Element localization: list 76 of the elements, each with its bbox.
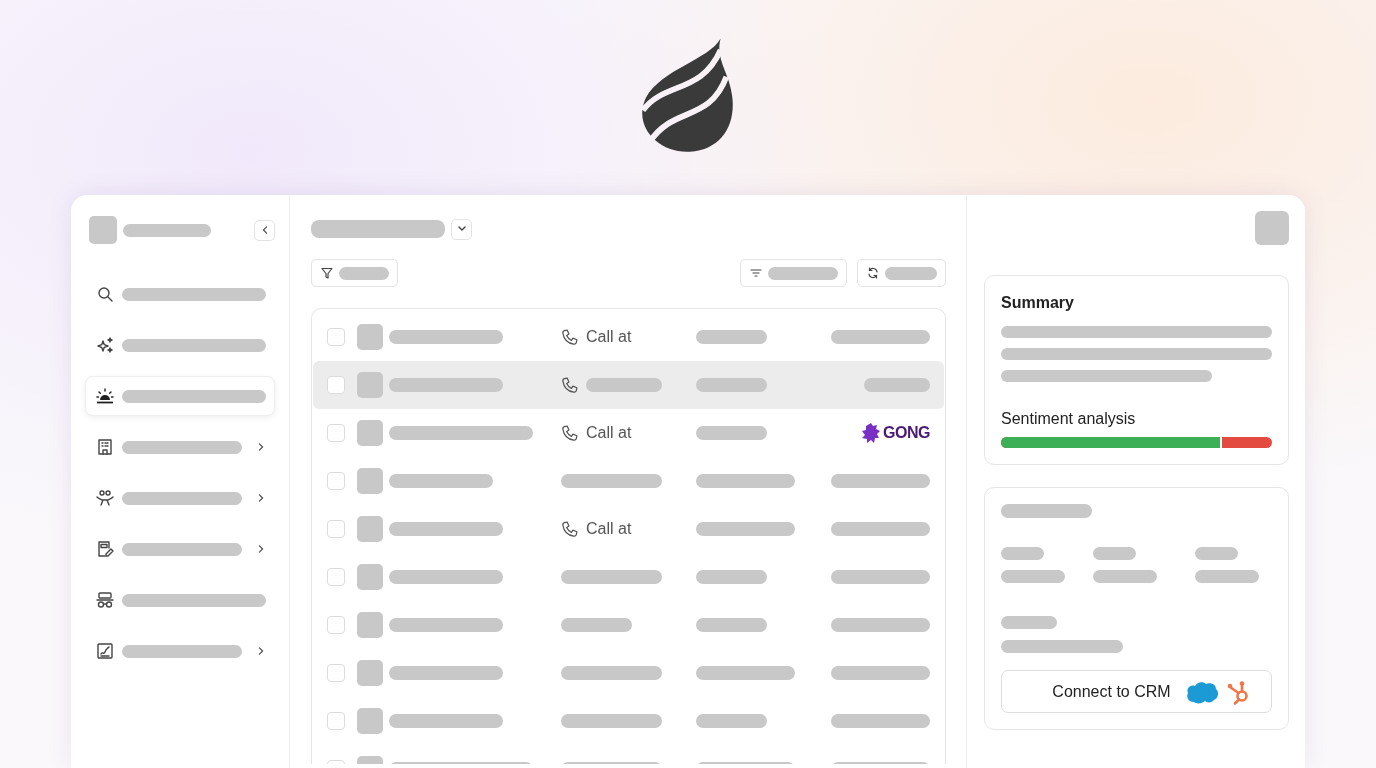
placeholder-bar xyxy=(1001,616,1057,629)
table-row[interactable]: Call at GONG xyxy=(313,409,944,457)
chart-icon xyxy=(96,642,114,660)
row-checkbox[interactable] xyxy=(327,568,345,586)
building-icon xyxy=(96,438,114,456)
placeholder-bar xyxy=(1093,570,1157,583)
placeholder-bar xyxy=(696,714,767,728)
row-checkbox[interactable] xyxy=(327,424,345,442)
starburst-icon xyxy=(861,422,882,444)
placeholder-bar xyxy=(1093,547,1136,560)
row-checkbox[interactable] xyxy=(327,376,345,394)
connect-crm-button[interactable]: Connect to CRM xyxy=(1001,670,1272,713)
placeholder-bar xyxy=(696,378,767,392)
call-label: Call at xyxy=(586,520,632,538)
row-checkbox[interactable] xyxy=(327,472,345,490)
workspace-avatar xyxy=(89,216,117,244)
refresh-icon xyxy=(867,267,879,279)
avatar-placeholder xyxy=(357,324,383,350)
placeholder-bar xyxy=(696,618,767,632)
sparkles-icon xyxy=(96,336,114,354)
avatar-placeholder xyxy=(357,708,383,734)
sort-icon xyxy=(750,267,762,279)
avatar-placeholder xyxy=(357,372,383,398)
placeholder-bar xyxy=(864,378,930,392)
chevron-down-icon xyxy=(456,225,467,233)
chevron-left-icon xyxy=(260,225,269,235)
phone-icon xyxy=(561,424,578,442)
people-icon xyxy=(96,489,114,507)
hub-icon xyxy=(1226,678,1251,705)
table-row[interactable]: Call at xyxy=(313,505,944,553)
placeholder-bar xyxy=(1195,547,1238,560)
avatar-placeholder xyxy=(357,420,383,446)
sentiment-label: Sentiment analysis xyxy=(1001,410,1137,428)
placeholder-bar xyxy=(1195,570,1259,583)
row-checkbox[interactable] xyxy=(327,520,345,538)
placeholder-bar xyxy=(696,570,767,584)
table-row[interactable] xyxy=(313,361,944,409)
table-row[interactable]: Call at xyxy=(313,313,944,361)
glasses-icon xyxy=(96,591,114,609)
cloud-icon xyxy=(1184,679,1219,704)
row-checkbox[interactable] xyxy=(327,616,345,634)
placeholder-bar xyxy=(885,266,937,280)
filter-icon xyxy=(321,267,333,279)
gong-logo: GONG xyxy=(861,422,930,444)
summary-title: Summary xyxy=(1001,294,1075,312)
phone-icon xyxy=(561,520,578,538)
refresh-button[interactable] xyxy=(857,259,946,287)
dropdown-button[interactable] xyxy=(451,218,472,240)
note-edit-icon xyxy=(96,540,114,558)
placeholder-bar xyxy=(561,618,632,632)
placeholder-bar xyxy=(1001,547,1044,560)
placeholder-bar xyxy=(1001,570,1065,583)
call-label: Call at xyxy=(586,424,632,442)
search-icon xyxy=(96,285,114,303)
filter-button[interactable] xyxy=(311,259,398,287)
row-checkbox[interactable] xyxy=(327,712,345,730)
row-checkbox[interactable] xyxy=(327,664,345,682)
sunrise-icon xyxy=(96,387,114,405)
sort-button[interactable] xyxy=(740,259,847,287)
phone-icon xyxy=(561,376,578,394)
logo-icon xyxy=(640,38,736,154)
avatar-placeholder xyxy=(357,564,383,590)
phone-icon xyxy=(561,328,578,346)
avatar-placeholder xyxy=(357,660,383,686)
row-checkbox[interactable] xyxy=(327,328,345,346)
placeholder-bar xyxy=(768,266,838,280)
call-label: Call at xyxy=(586,328,632,346)
user-avatar[interactable] xyxy=(1255,211,1289,245)
sidebar-item[interactable] xyxy=(85,376,275,416)
avatar-placeholder xyxy=(357,516,383,542)
placeholder-bar xyxy=(696,426,767,440)
avatar-placeholder xyxy=(357,468,383,494)
placeholder-bar xyxy=(696,330,767,344)
placeholder-bar xyxy=(339,266,389,280)
avatar-placeholder xyxy=(357,612,383,638)
collapse-button[interactable] xyxy=(254,219,275,241)
